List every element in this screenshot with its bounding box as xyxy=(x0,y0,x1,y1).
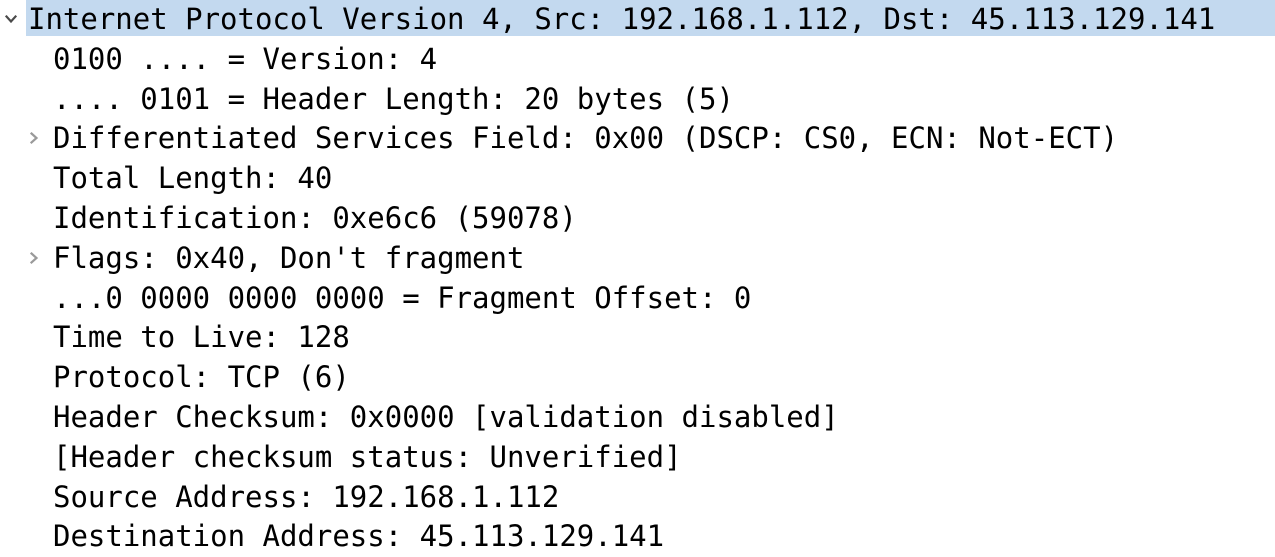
tree-row-version[interactable]: 0100 .... = Version: 4 xyxy=(0,40,1275,80)
tree-row-header-length[interactable]: .... 0101 = Header Length: 20 bytes (5) xyxy=(0,80,1275,120)
tree-row-label: 0100 .... = Version: 4 xyxy=(53,41,438,76)
tree-row-label: Identification: 0xe6c6 (59078) xyxy=(53,200,577,235)
tree-row-label: Protocol: TCP (6) xyxy=(53,360,350,395)
chevron-down-icon[interactable] xyxy=(4,12,18,26)
tree-row-internet-protocol-version-4[interactable]: Internet Protocol Version 4, Src: 192.16… xyxy=(0,0,1275,40)
tree-row-label: Destination Address: 45.113.129.141 xyxy=(53,519,665,554)
tree-row-label: Differentiated Services Field: 0x00 (DSC… xyxy=(53,121,1119,156)
tree-row-label: Total Length: 40 xyxy=(53,161,333,196)
tree-row-destination-address[interactable]: Destination Address: 45.113.129.141 xyxy=(0,517,1275,557)
tree-row-header-checksum-status[interactable]: [Header checksum status: Unverified] xyxy=(0,438,1275,478)
tree-row-total-length[interactable]: Total Length: 40 xyxy=(0,159,1275,199)
tree-row-header-checksum[interactable]: Header Checksum: 0x0000 [validation disa… xyxy=(0,398,1275,438)
tree-row-flags[interactable]: Flags: 0x40, Don't fragment xyxy=(0,239,1275,279)
tree-row-differentiated-services-field[interactable]: Differentiated Services Field: 0x00 (DSC… xyxy=(0,119,1275,159)
tree-row-label: Source Address: 192.168.1.112 xyxy=(53,479,560,514)
chevron-right-icon[interactable] xyxy=(27,251,41,265)
tree-row-label: Flags: 0x40, Don't fragment xyxy=(53,240,525,275)
tree-row-fragment-offset[interactable]: ...0 0000 0000 0000 = Fragment Offset: 0 xyxy=(0,279,1275,319)
packet-details-tree[interactable]: Internet Protocol Version 4, Src: 192.16… xyxy=(0,0,1275,557)
tree-row-identification[interactable]: Identification: 0xe6c6 (59078) xyxy=(0,199,1275,239)
tree-row-label: ...0 0000 0000 0000 = Fragment Offset: 0 xyxy=(53,280,752,315)
tree-row-protocol[interactable]: Protocol: TCP (6) xyxy=(0,358,1275,398)
tree-row-label: [Header checksum status: Unverified] xyxy=(53,439,682,474)
chevron-right-icon[interactable] xyxy=(27,131,41,145)
tree-row-label: .... 0101 = Header Length: 20 bytes (5) xyxy=(53,81,734,116)
tree-row-source-address[interactable]: Source Address: 192.168.1.112 xyxy=(0,478,1275,518)
tree-row-label: Time to Live: 128 xyxy=(53,320,350,355)
tree-row-label: Internet Protocol Version 4, Src: 192.16… xyxy=(28,2,1216,36)
tree-row-time-to-live[interactable]: Time to Live: 128 xyxy=(0,318,1275,358)
tree-row-label: Header Checksum: 0x0000 [validation disa… xyxy=(53,399,839,434)
